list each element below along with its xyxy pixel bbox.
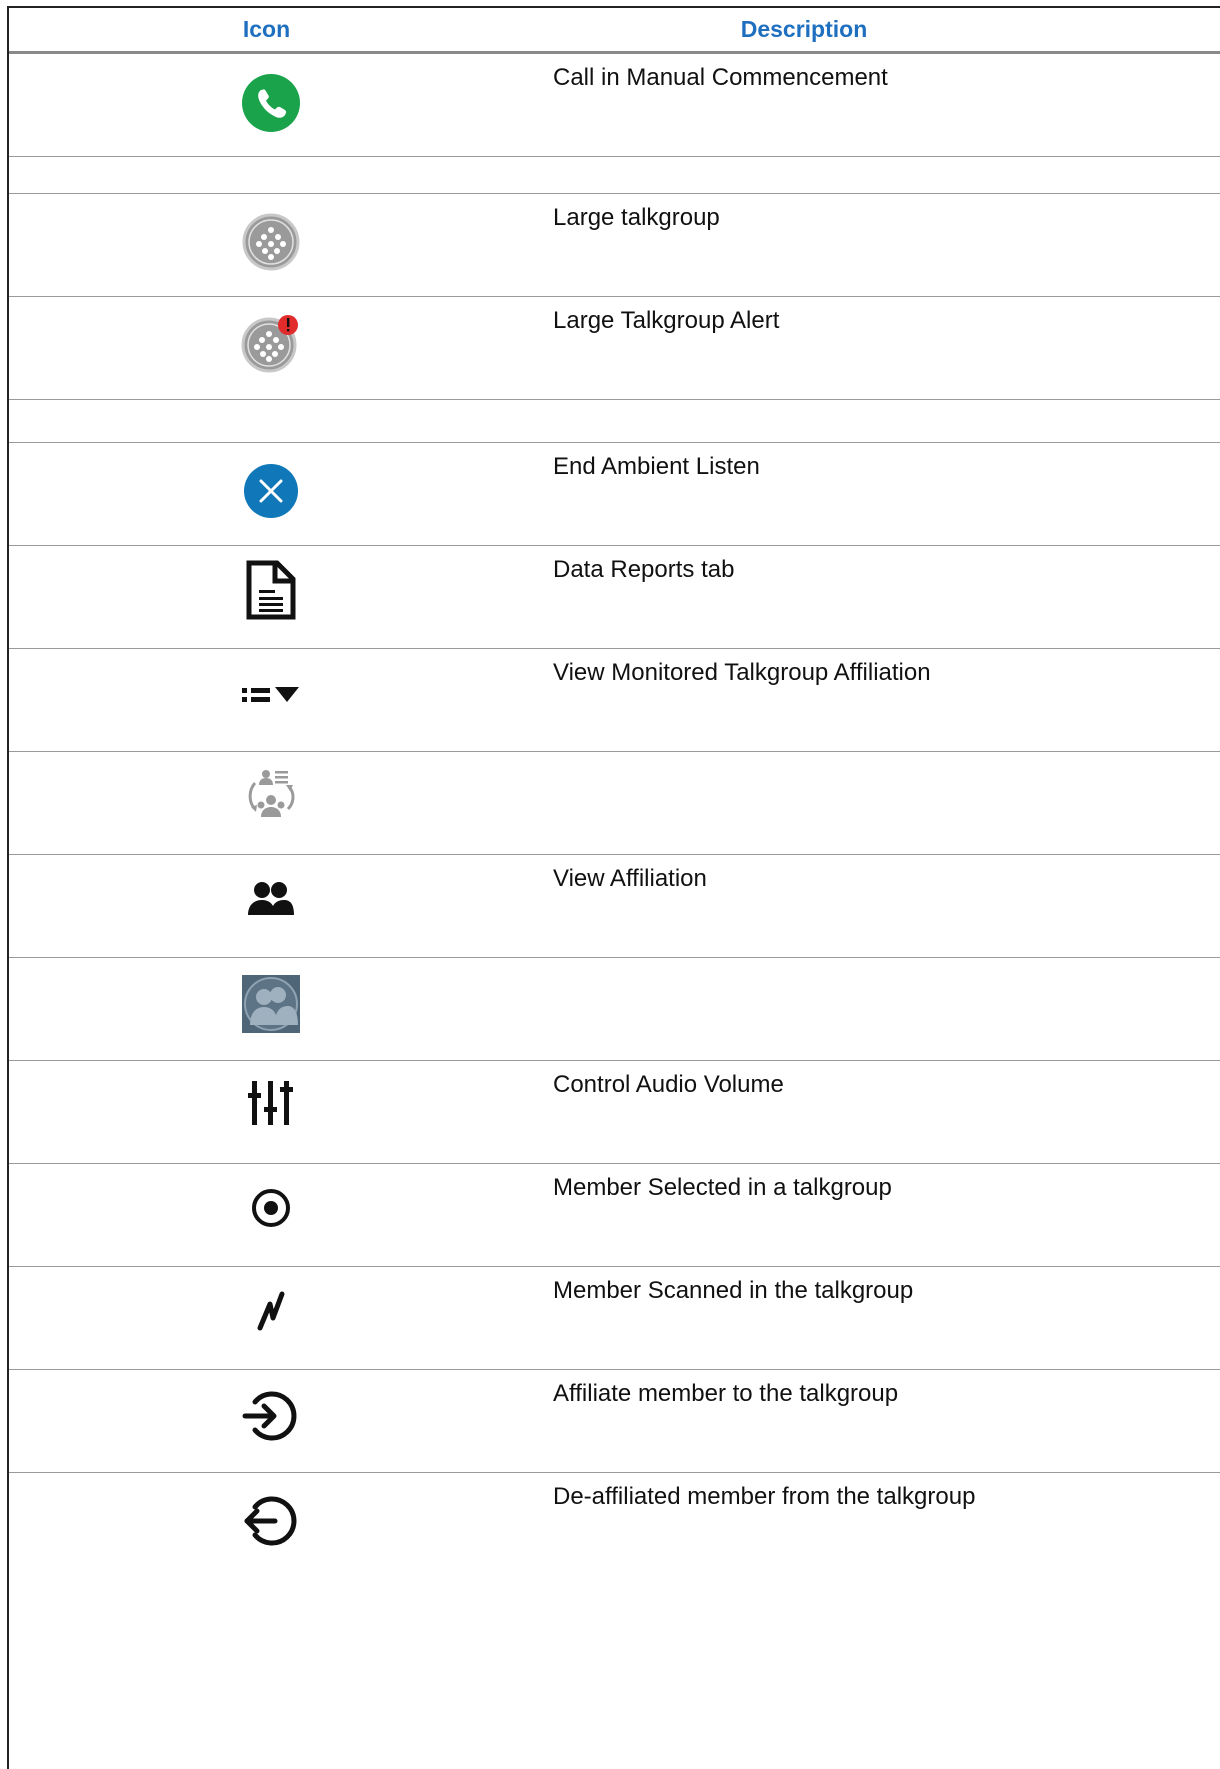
row-label: Large talkgroup [553,204,720,231]
large-talkgroup-icon [239,210,303,274]
row-label: Affiliate member to the talkgroup [553,1380,899,1407]
row-label: Member Selected in a talkgroup [553,1174,892,1201]
table-row: Member Scanned in the talkgroup [9,1267,1220,1370]
end-ambient-listen-icon [239,459,303,523]
member-selected-icon [239,1176,303,1240]
table-row: De-affiliated member from the talkgroup [9,1473,1220,1576]
table-row: View Monitored Talkgroup Affiliation [9,649,1220,752]
view-affiliation-icon [239,867,303,931]
member-scanned-icon [239,1279,303,1343]
row-label: Data Reports tab [553,556,735,583]
table-row: End Ambient Listen [9,443,1220,546]
table-row [9,400,1220,443]
icon-table: Icon Description Call in Manual Commence… [7,6,1220,1769]
deaffiliate-member-icon [239,1489,303,1553]
table-row: Large talkgroup [9,194,1220,297]
table-row: Call in Manual Commencement [9,54,1220,157]
row-label: End Ambient Listen [553,453,760,480]
row-label: View Monitored Talkgroup Affiliation [553,659,931,686]
table-row: Data Reports tab [9,546,1220,649]
header-icon: Icon [242,16,291,42]
table-row [9,157,1220,194]
table-row: Affiliate member to the talkgroup [9,1370,1220,1473]
audio-volume-icon [239,1071,303,1135]
table-header: Icon Description [9,8,1220,54]
data-reports-icon [239,558,303,622]
view-monitored-affiliation-icon [239,663,303,727]
table-row [9,752,1220,855]
call-manual-commencement-icon [239,71,303,135]
row-label: Call in Manual Commencement [553,64,888,91]
row-label: View Affiliation [553,865,707,892]
row-label: Member Scanned in the talkgroup [553,1277,914,1304]
table-row: Large Talkgroup Alert [9,297,1220,400]
row-label: Large Talkgroup Alert [553,307,780,334]
table-row [9,958,1220,1061]
table-row: Member Selected in a talkgroup [9,1164,1220,1267]
header-description: Description [740,16,868,42]
large-talkgroup-alert-icon [239,311,303,375]
row-label: De-affiliated member from the talkgroup [553,1483,976,1510]
affiliation-photo-icon [239,972,303,1036]
row-label: Control Audio Volume [553,1071,784,1098]
affiliate-member-icon [239,1384,303,1448]
table-row: Control Audio Volume [9,1061,1220,1164]
table-row: View Affiliation [9,855,1220,958]
affiliation-cycle-icon [239,762,303,826]
